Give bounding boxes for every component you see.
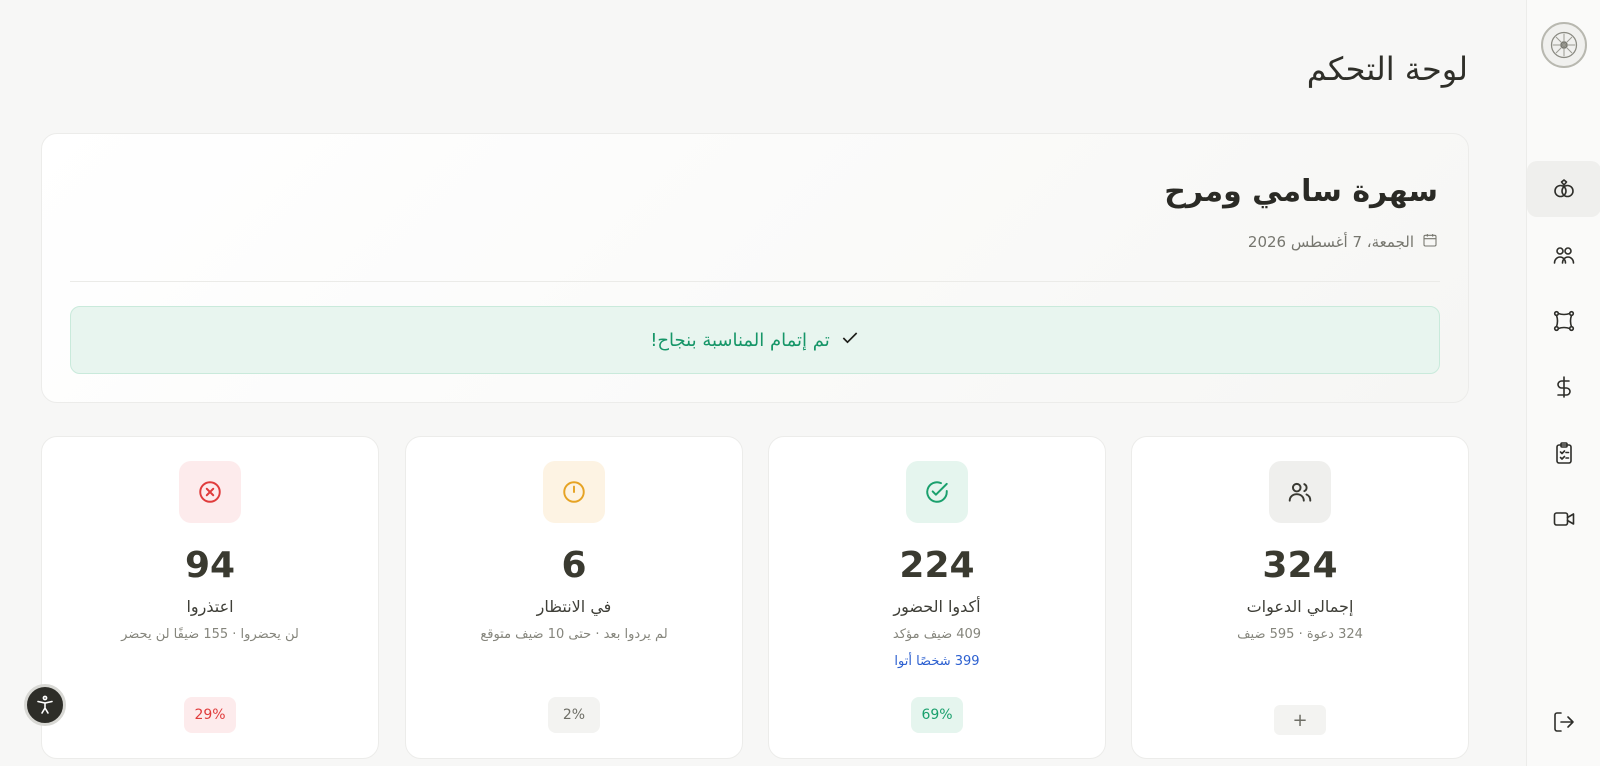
checkmark-icon (840, 328, 860, 352)
sidebar (1526, 0, 1600, 766)
stat-sub: 409 ضيف مؤكد (892, 627, 982, 642)
logout-button[interactable] (1527, 694, 1600, 750)
nav-frame[interactable] (1527, 293, 1600, 349)
stat-card-pending: 6 في الانتظار لم يردوا بعد · حتى 10 ضيف … (405, 436, 743, 759)
event-card: سهرة سامي ومرح الجمعة، 7 أغسطس 2026 تم إ… (41, 133, 1469, 403)
event-date: الجمعة، 7 أغسطس 2026 (1248, 232, 1438, 252)
percent-badge: 29% (184, 697, 236, 733)
stat-value: 6 (561, 545, 587, 586)
clipboard-icon (1556, 442, 1572, 464)
guests-icon (1553, 247, 1575, 264)
video-icon (1553, 512, 1575, 526)
stat-card-total: 324 إجمالي الدعوات 324 دعوة · 595 ضيف + (1131, 436, 1469, 759)
percent-badge: 69% (911, 697, 963, 733)
frame-icon (1553, 310, 1575, 332)
stat-label: في الانتظار (536, 597, 612, 616)
accessibility-button[interactable] (24, 684, 66, 726)
main-content: لوحة التحكم سهرة سامي ومرح الجمعة، 7 أغس… (0, 0, 1526, 766)
event-date-text: الجمعة، 7 أغسطس 2026 (1247, 233, 1414, 251)
logout-icon (1554, 712, 1574, 732)
rings-icon (1554, 179, 1574, 198)
stat-value: 324 (1262, 545, 1338, 586)
stat-value: 94 (184, 545, 236, 586)
logo-emblem-icon (1550, 31, 1578, 59)
nav-checklist[interactable] (1527, 425, 1600, 481)
stat-card-declined: 94 اعتذروا لن يحضروا · 155 ضيفًا لن يحضر… (41, 436, 379, 759)
x-circle-icon (179, 461, 241, 523)
page-title: لوحة التحكم (1306, 50, 1468, 88)
nav-guests[interactable] (1527, 227, 1600, 283)
success-message: تم إتمام المناسبة بنجاح! (650, 329, 830, 351)
users-icon (1269, 461, 1331, 523)
attended-link[interactable]: 399 شخصًا أتوا (769, 654, 1105, 669)
stat-sub: لم يردوا بعد · حتى 10 ضيف متوقع (480, 627, 668, 642)
accessibility-icon (37, 695, 53, 714)
percent-badge: 2% (548, 697, 600, 733)
success-banner: تم إتمام المناسبة بنجاح! (70, 306, 1440, 374)
add-invitation-button[interactable]: + (1274, 705, 1326, 735)
event-name: سهرة سامي ومرح (1164, 174, 1438, 209)
stat-label: أكدوا الحضور (893, 597, 981, 616)
stat-card-confirmed: 224 أكدوا الحضور 409 ضيف مؤكد 399 شخصًا … (768, 436, 1106, 759)
logo (1541, 22, 1587, 68)
stat-value: 224 (899, 545, 975, 586)
nav-video[interactable] (1527, 491, 1600, 547)
nav-event-rings[interactable] (1527, 161, 1600, 217)
dollar-icon (1557, 376, 1571, 398)
divider (70, 281, 1440, 282)
clock-icon (543, 461, 605, 523)
stat-sub: لن يحضروا · 155 ضيفًا لن يحضر (121, 627, 299, 642)
check-circle-icon (906, 461, 968, 523)
stat-label: إجمالي الدعوات (1246, 597, 1354, 616)
stat-sub: 324 دعوة · 595 ضيف (1237, 627, 1363, 642)
calendar-icon (1422, 232, 1438, 252)
stat-label: اعتذروا (186, 597, 234, 616)
nav-payments[interactable] (1527, 359, 1600, 415)
